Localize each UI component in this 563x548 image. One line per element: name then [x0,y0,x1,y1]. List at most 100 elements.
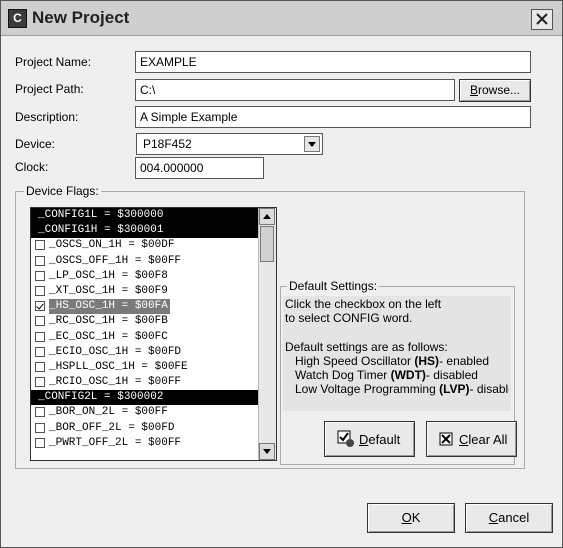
default-wdt-line: Watch Dog Timer (WDT)- disabled [295,368,478,382]
flag-label: _HS_OSC_1H = $00FA [49,299,170,315]
flag-list-item[interactable]: _ECIO_OSC_1H = $00FD [31,345,276,360]
cancel-button[interactable]: Cancel [465,503,553,533]
flag-list-item[interactable]: _EC_OSC_1H = $00FC [31,330,276,345]
device-select[interactable]: P18F452 [136,133,323,155]
flag-label: _ECIO_OSC_1H = $00FD [49,345,182,358]
flag-label: _XT_OSC_1H = $00F9 [49,284,168,297]
default-button[interactable]: Default [324,421,415,457]
clear-checkbox-icon [439,432,453,446]
flag-label: _BOR_OFF_2L = $00FD [49,421,175,434]
description-label: Description: [15,110,79,124]
flag-list-item[interactable]: _HS_OSC_1H = $00FA [31,299,276,315]
flag-list-item[interactable]: _OSCS_OFF_1H = $00FF [31,254,276,269]
flag-rows: _CONFIG1L = $300000 _CONFIG1H = $300001 _O… [31,208,276,451]
default-wdt-status: - disabled [425,368,478,382]
new-project-dialog: C New Project Project Name: EXAMPLE Proj… [0,0,563,548]
flag-list-item[interactable]: _PWRT_OFF_2L = $00FF [31,436,276,451]
clear-all-button-mnemonic: C [459,432,469,447]
flag-checkbox[interactable] [35,301,45,312]
flag-checkbox[interactable] [35,240,45,251]
flag-list-item[interactable]: _RC_OSC_1H = $00FB [31,314,276,329]
default-hs-status: - enabled [439,354,490,368]
config-header-row[interactable]: _CONFIG2L = $300002 [31,390,276,406]
device-flags-list[interactable]: _CONFIG1L = $300000 _CONFIG1H = $300001 _O… [30,207,277,461]
flag-label: _OSCS_ON_1H = $00DF [49,239,175,252]
config-header-row[interactable]: _CONFIG1L = $300000 [31,208,276,224]
flag-label: _BOR_ON_2L = $00FF [49,406,168,419]
flag-label: _OSCS_OFF_1H = $00FF [49,254,182,267]
flag-label: _LP_OSC_1H = $00F8 [49,269,168,282]
flag-list-item[interactable]: _RCIO_OSC_1H = $00FF [31,375,276,390]
flag-checkbox[interactable] [35,377,45,388]
scroll-up-button[interactable] [259,208,275,225]
app-icon: C [8,9,27,28]
flag-list-scrollbar[interactable] [258,208,276,460]
cancel-button-text: ancel [498,510,530,525]
default-lvp-text: Low Voltage Programming [295,382,440,396]
clock-input[interactable]: 004.000000 [135,157,264,179]
clear-all-button-label: Clear All [459,432,507,447]
config-header-text: _CONFIG2L = $300002 [38,391,164,404]
browse-button-label: rowse... [478,83,521,97]
flag-list-item[interactable]: _BOR_OFF_2L = $00FD [31,421,276,436]
description-input[interactable]: A Simple Example [135,106,531,128]
cancel-button-mnemonic: C [488,510,499,525]
flag-checkbox[interactable] [35,255,45,266]
flag-checkbox[interactable] [35,270,45,281]
clock-label: Clock: [15,160,49,174]
defaults-icon [337,430,354,447]
flag-checkbox[interactable] [35,422,45,433]
default-lvp-abbr: (LVP) [439,382,470,396]
ok-button-mnemonic: O [401,510,412,525]
default-hs-text: High Speed Oscillator [295,354,415,368]
chevron-down-icon[interactable] [304,136,320,152]
title-bar[interactable]: C New Project [1,1,562,36]
device-select-value: P18F452 [143,137,192,151]
default-hs-abbr: (HS) [414,354,440,368]
close-button[interactable] [531,9,553,30]
config-header-text: _CONFIG1L = $300000 [38,209,164,221]
default-settings-label: Default Settings: [287,279,380,293]
flag-list-item[interactable]: _OSCS_ON_1H = $00DF [31,238,276,253]
default-wdt-text: Watch Dog Timer [295,368,391,382]
ok-button[interactable]: OK [367,503,455,533]
flag-checkbox[interactable] [35,285,45,296]
default-settings-line3: Default settings are as follows: [285,340,448,354]
project-name-label: Project Name: [15,55,92,69]
clear-all-button-text: lear All [468,432,508,447]
flag-checkbox[interactable] [35,346,45,357]
scroll-thumb[interactable] [260,226,274,262]
flag-checkbox[interactable] [35,331,45,342]
device-label: Device: [15,137,56,151]
flag-label: _RC_OSC_1H = $00FB [49,315,168,328]
flag-checkbox[interactable] [35,407,45,418]
default-button-label: Default [359,432,400,447]
default-settings-line2: to select CONFIG word. [285,311,413,325]
clear-all-button[interactable]: Clear All [426,421,517,457]
project-path-input[interactable]: C:\ [135,79,455,101]
project-name-input[interactable]: EXAMPLE [135,51,531,73]
flag-list-item[interactable]: _LP_OSC_1H = $00F8 [31,269,276,284]
ok-button-text: K [411,510,421,525]
flag-list-item[interactable]: _XT_OSC_1H = $00F9 [31,284,276,299]
flag-label: _RCIO_OSC_1H = $00FF [49,376,182,389]
flag-list-item[interactable]: _BOR_ON_2L = $00FF [31,405,276,420]
default-settings-panel: Click the checkbox on the left to select… [283,296,511,411]
default-button-mnemonic: D [359,432,369,447]
config-header-row[interactable]: _CONFIG1H = $300001 [31,223,276,239]
close-icon [536,13,548,25]
flag-checkbox[interactable] [35,437,45,448]
default-lvp-line: Low Voltage Programming (LVP)- disable [295,382,509,396]
flag-label: _HSPLL_OSC_1H = $00FE [49,360,188,373]
project-path-label: Project Path: [15,82,84,96]
flag-label: _EC_OSC_1H = $00FC [49,330,168,343]
flag-checkbox[interactable] [35,361,45,372]
default-hs-line: High Speed Oscillator (HS)- enabled [295,354,489,368]
window-title: New Project [32,8,130,27]
flag-checkbox[interactable] [35,316,45,327]
browse-button[interactable]: Browse... [459,79,531,102]
flag-label: _PWRT_OFF_2L = $00FF [49,436,182,449]
scroll-down-button[interactable] [259,443,275,460]
flag-list-item[interactable]: _HSPLL_OSC_1H = $00FE [31,360,276,375]
device-flags-label: Device Flags: [24,184,101,198]
